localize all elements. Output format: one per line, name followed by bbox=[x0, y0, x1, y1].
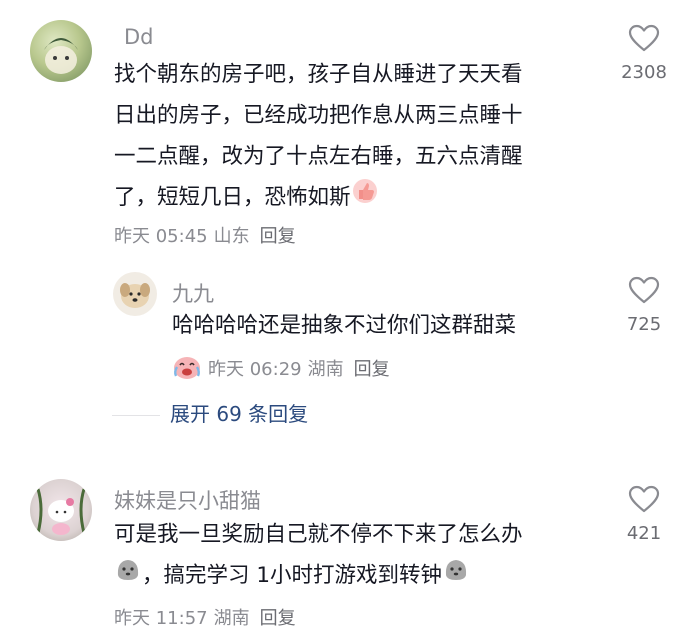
grey-blob-emoji-icon bbox=[114, 555, 142, 597]
heart-outline-icon bbox=[628, 485, 660, 513]
thumbs-up-emoji-icon bbox=[351, 177, 379, 219]
like-count: 421 bbox=[626, 523, 662, 544]
comment-location: 山东 bbox=[213, 226, 250, 247]
comment-content[interactable]: 可是我一旦奖励自己就不停不下来了怎么办 ，搞完学习 1小时打游戏到转钟 bbox=[114, 514, 523, 597]
crying-laughing-emoji-icon bbox=[172, 354, 202, 385]
avatar[interactable] bbox=[30, 20, 92, 82]
like-button[interactable]: 725 bbox=[604, 276, 684, 335]
like-count: 2308 bbox=[621, 62, 667, 83]
comment-time: 昨天 05:45 bbox=[114, 226, 208, 247]
expand-replies-label: 展开 69 条回复 bbox=[170, 402, 309, 426]
reply-meta: 昨天 06:29 湖南 回复 bbox=[172, 354, 396, 385]
reply-button[interactable]: 回复 bbox=[260, 226, 296, 247]
like-button[interactable]: 421 bbox=[604, 485, 684, 544]
heart-outline-icon bbox=[628, 24, 660, 52]
reply-content-line: 哈哈哈哈还是抽象不过你们这群甜菜 bbox=[172, 313, 517, 338]
comment-meta: 昨天 05:45 山东 回复 bbox=[114, 222, 302, 248]
comment-content-line: 可是我一旦奖励自己就不停不下来了怎么办 bbox=[114, 522, 523, 547]
reply-content[interactable]: 哈哈哈哈还是抽象不过你们这群甜菜 bbox=[172, 305, 516, 346]
dog-avatar-icon bbox=[120, 283, 150, 308]
comment-content-line: 日出的房子，已经成功把作息从两三点睡十 bbox=[114, 103, 523, 128]
avatar[interactable] bbox=[30, 479, 92, 541]
reply-username[interactable]: 九九 bbox=[172, 278, 214, 308]
divider bbox=[112, 415, 160, 416]
kitty-plush-avatar-icon bbox=[36, 488, 86, 535]
reply-time: 昨天 06:29 bbox=[208, 358, 302, 380]
reply-button[interactable]: 回复 bbox=[260, 608, 296, 629]
comment-location: 湖南 bbox=[213, 608, 250, 629]
reply-button[interactable]: 回复 bbox=[354, 359, 390, 380]
heart-outline-icon bbox=[628, 276, 660, 304]
comment-content-line: 了，短短几日，恐怖如斯 bbox=[114, 185, 351, 210]
comment-content-line: 一二点醒，改为了十点左右睡，五六点清醒 bbox=[114, 144, 523, 169]
comment-content-line: 找个朝东的房子吧，孩子自从睡进了天天看 bbox=[114, 62, 523, 87]
reply-location: 湖南 bbox=[307, 358, 344, 380]
comment-username[interactable]: 妹妹是只小甜猫 bbox=[114, 485, 261, 515]
like-count: 725 bbox=[626, 314, 662, 335]
comment-content[interactable]: 找个朝东的房子吧，孩子自从睡进了天天看 日出的房子，已经成功把作息从两三点睡十 … bbox=[114, 54, 523, 219]
comment-content-line-with-emoji: 了，短短几日，恐怖如斯 bbox=[114, 177, 523, 219]
avatar[interactable] bbox=[113, 272, 157, 316]
comment-time: 昨天 11:57 bbox=[114, 608, 208, 629]
avatar-illustration-icon bbox=[44, 38, 78, 74]
comment-content-line: ，搞完学习 1小时打游戏到转钟 bbox=[142, 563, 443, 588]
like-button[interactable]: 2308 bbox=[604, 24, 684, 83]
comment-content-line-with-emoji: ，搞完学习 1小时打游戏到转钟 bbox=[114, 555, 523, 597]
comment-meta: 昨天 11:57 湖南 回复 bbox=[114, 604, 302, 630]
grey-blob-emoji-icon bbox=[442, 555, 470, 597]
comment-username[interactable]: Dd bbox=[124, 25, 154, 49]
